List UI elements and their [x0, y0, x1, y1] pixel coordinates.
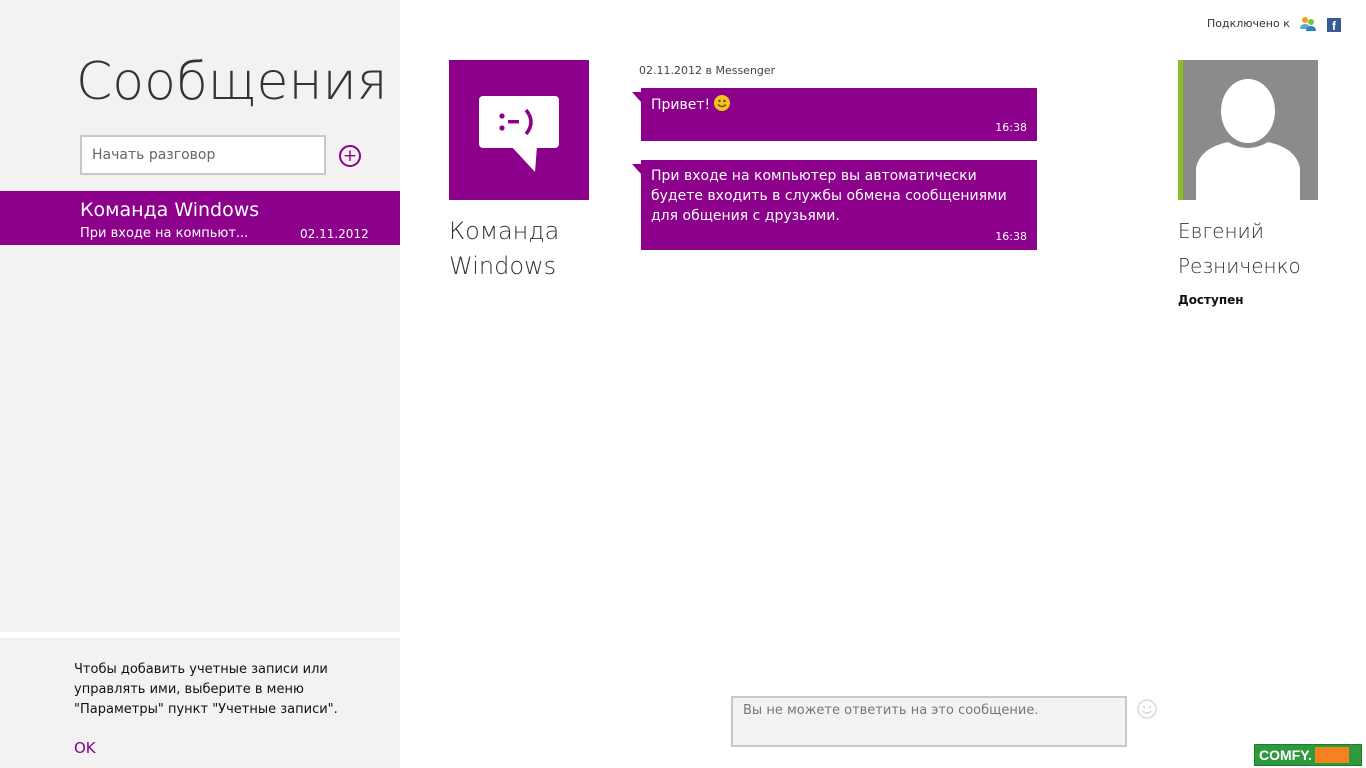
avatar[interactable] [1178, 60, 1318, 200]
smiley-icon [714, 95, 731, 111]
profile-name: Евгений Резниченко [1178, 219, 1301, 278]
comfy-logo-tag [1314, 747, 1349, 763]
conversation-date-line: 02.11.2012 в Messenger [639, 64, 776, 77]
ok-link[interactable]: OK [74, 739, 96, 757]
connected-label: Подключено к [1207, 17, 1290, 30]
messenger-icon[interactable] [1299, 16, 1316, 32]
conversation-name: Команда Windows [80, 199, 260, 221]
conversation-date: 02.11.2012 [300, 227, 369, 241]
comfy-logo: COMFY. [1254, 744, 1362, 766]
profile-status: Доступен [1178, 293, 1244, 307]
presence-indicator [1178, 60, 1183, 200]
start-conversation-input[interactable] [82, 137, 324, 173]
comfy-logo-text: COMFY. [1259, 747, 1312, 763]
chat-bubble-icon [479, 96, 559, 172]
message-bubble: Привет! 16:38 [632, 88, 1037, 141]
conversation-preview: При входе на компьют... [80, 226, 249, 241]
person-silhouette-icon [1196, 79, 1300, 200]
message-bubble: При входе на компьютер вы автоматически … [632, 160, 1037, 250]
facebook-icon[interactable]: f [1327, 18, 1341, 32]
message-text: Привет! [651, 97, 711, 113]
emoticon-icon[interactable] [1137, 699, 1157, 719]
reply-box[interactable] [731, 696, 1127, 747]
accounts-notice-text: Чтобы добавить учетные записи или управл… [74, 662, 338, 717]
conversation-list-item[interactable]: Команда Windows При входе на компьют... … [0, 191, 400, 245]
search-box[interactable] [80, 135, 326, 175]
reply-input[interactable] [733, 698, 1125, 745]
message-time: 16:38 [995, 230, 1027, 243]
page-title: Сообщения [76, 52, 388, 112]
contact-tile [449, 60, 589, 200]
sidebar: Сообщения + Команда Windows При входе на… [0, 0, 400, 632]
contact-name: Команда Windows [449, 217, 560, 280]
add-conversation-button[interactable]: + [339, 145, 361, 167]
message-text: При входе на компьютер вы автоматически … [651, 168, 1007, 224]
message-time: 16:38 [995, 121, 1027, 134]
